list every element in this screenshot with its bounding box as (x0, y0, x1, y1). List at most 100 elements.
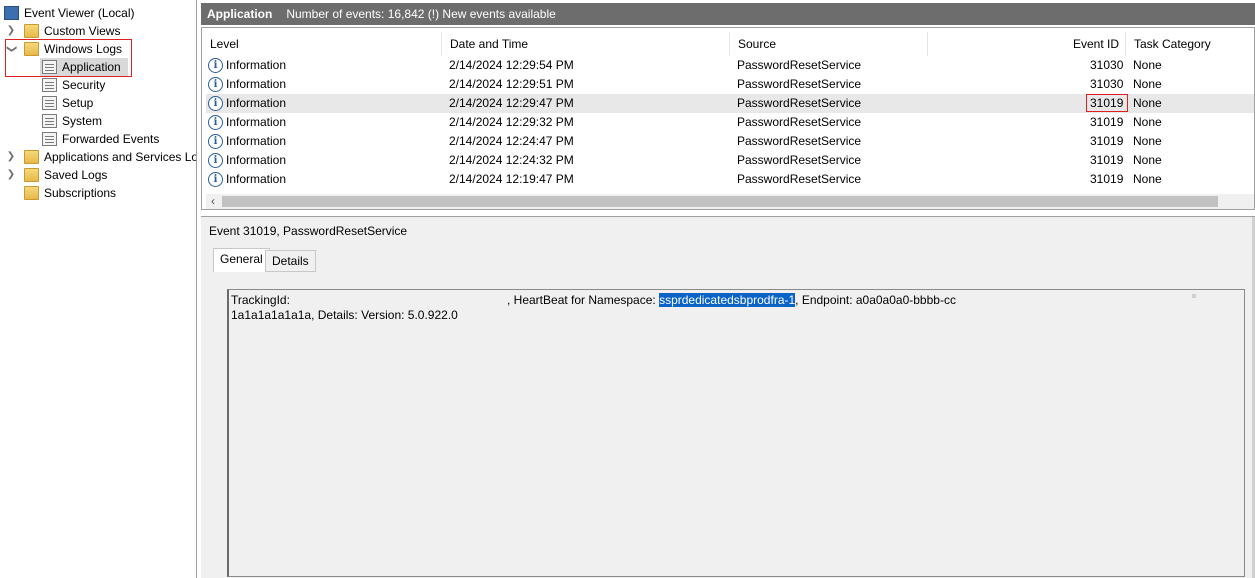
information-icon: i (208, 153, 223, 168)
scroll-indicator (1192, 294, 1196, 298)
table-row[interactable]: i Information 2/14/2024 12:24:32 PM Pass… (206, 151, 1254, 170)
chevron-right-icon[interactable]: ❯ (6, 148, 16, 166)
tree-label: Custom Views (44, 24, 121, 38)
cell-event-id: 31019 (1090, 134, 1124, 148)
table-row[interactable]: i Information 2/14/2024 12:24:47 PM Pass… (206, 132, 1254, 151)
tree-item-security[interactable]: Security (40, 76, 190, 94)
event-detail-title: Event 31019, PasswordResetService (209, 224, 408, 238)
cell-level: Information (226, 96, 287, 110)
cell-task-category: None (1133, 172, 1162, 186)
information-icon: i (208, 96, 223, 111)
cell-task-category: None (1133, 153, 1162, 167)
cell-date: 2/14/2024 12:29:51 PM (449, 77, 574, 91)
cell-task-category: None (1133, 96, 1162, 110)
events-table: Level Date and Time Source Event ID Task… (201, 27, 1255, 210)
horizontal-scrollbar[interactable]: ‹ (206, 194, 1254, 209)
event-description[interactable]: TrackingId: , HeartBeat for Namespace: s… (227, 289, 1245, 577)
folder-icon (24, 168, 39, 182)
namespace-selection[interactable]: ssprdedicatedsbprodfra-1 (659, 293, 796, 307)
column-header-task-category[interactable]: Task Category (1126, 32, 1254, 56)
chevron-right-icon[interactable]: ❯ (6, 22, 16, 40)
heartbeat-text: , HeartBeat for Namespace: (507, 293, 660, 307)
information-icon: i (208, 115, 223, 130)
cell-date: 2/14/2024 12:29:32 PM (449, 115, 574, 129)
scrollbar-thumb[interactable] (222, 196, 1218, 207)
tree-item-system[interactable]: System (40, 112, 190, 130)
table-row[interactable]: i Information 2/14/2024 12:19:47 PM Pass… (206, 170, 1254, 189)
event-count-summary: Number of events: 16,842 (!) New events … (286, 7, 556, 21)
cell-source: PasswordResetService (737, 115, 862, 129)
table-row-selected[interactable]: i Information 2/14/2024 12:29:47 PM Pass… (206, 94, 1254, 113)
cell-level: Information (226, 77, 287, 91)
tree-item-subscriptions[interactable]: Subscriptions (4, 184, 194, 202)
chevron-right-icon[interactable]: ❯ (6, 166, 16, 184)
cell-event-id: 31030 (1090, 58, 1124, 72)
cell-level: Information (226, 58, 287, 72)
cell-level: Information (226, 134, 287, 148)
cell-date: 2/14/2024 12:29:54 PM (449, 58, 574, 72)
cell-level: Information (226, 153, 287, 167)
tab-general[interactable]: General (213, 248, 270, 272)
cell-event-id: 31019 (1090, 115, 1124, 129)
table-row[interactable]: i Information 2/14/2024 12:29:54 PM Pass… (206, 56, 1254, 75)
table-row[interactable]: i Information 2/14/2024 12:29:51 PM Pass… (206, 75, 1254, 94)
folder-icon (24, 150, 39, 164)
tree-item-forwarded-events[interactable]: Forwarded Events (40, 130, 190, 148)
column-header-event-id[interactable]: Event ID (1072, 32, 1126, 56)
tree-item-setup[interactable]: Setup (40, 94, 190, 112)
cell-source: PasswordResetService (737, 96, 862, 110)
cell-level: Information (226, 172, 287, 186)
cell-source: PasswordResetService (737, 134, 862, 148)
tree-label: Security (62, 78, 106, 92)
table-row[interactable]: i Information 2/14/2024 12:29:32 PM Pass… (206, 113, 1254, 132)
cell-date: 2/14/2024 12:19:47 PM (449, 172, 574, 186)
cell-source: PasswordResetService (737, 153, 862, 167)
description-line-2: 1a1a1a1a1a1a, Details: Version: 5.0.922.… (231, 308, 458, 322)
tree-label: Applications and Services Lo (44, 150, 196, 164)
tree-root-event-viewer[interactable]: Event Viewer (Local) (4, 4, 194, 22)
log-header-bar: Application Number of events: 16,842 (!) … (201, 3, 1255, 25)
log-icon (42, 78, 57, 92)
scroll-left-icon[interactable]: ‹ (206, 194, 220, 209)
information-icon: i (208, 134, 223, 149)
tree-item-saved-logs[interactable]: ❯ Saved Logs (4, 166, 194, 184)
tree-label: Saved Logs (44, 168, 108, 182)
column-header-level[interactable]: Level (202, 32, 442, 56)
tree-label: Setup (62, 96, 94, 110)
cell-task-category: None (1133, 134, 1162, 148)
tree-item-applications-and-services[interactable]: ❯ Applications and Services Lo (4, 148, 196, 166)
cell-task-category: None (1133, 115, 1162, 129)
windows-logs-callout (5, 39, 132, 77)
cell-level: Information (226, 115, 287, 129)
log-icon (42, 96, 57, 110)
subscriptions-icon (24, 186, 39, 200)
log-icon (42, 132, 57, 146)
tracking-id-label: TrackingId: (231, 293, 290, 307)
log-title: Application (207, 7, 273, 21)
column-header-date[interactable]: Date and Time (442, 32, 730, 56)
event-viewer-icon (4, 6, 19, 20)
cell-source: PasswordResetService (737, 172, 862, 186)
cell-date: 2/14/2024 12:29:47 PM (449, 96, 574, 110)
tree-label: Subscriptions (44, 186, 117, 200)
cell-date: 2/14/2024 12:24:32 PM (449, 153, 574, 167)
cell-date: 2/14/2024 12:24:47 PM (449, 134, 574, 148)
cell-task-category: None (1133, 77, 1162, 91)
endpoint-text: , Endpoint: a0a0a0a0-bbbb-cc (795, 293, 956, 307)
cell-source: PasswordResetService (737, 58, 862, 72)
tab-details[interactable]: Details (265, 250, 316, 272)
cell-event-id: 31030 (1090, 77, 1124, 91)
cell-event-id: 31019 (1090, 153, 1124, 167)
folder-icon (24, 24, 39, 38)
navigation-tree: Event Viewer (Local) ❯ Custom Views ❯ Wi… (0, 0, 197, 578)
tree-root-label: Event Viewer (Local) (24, 6, 135, 20)
information-icon: i (208, 77, 223, 92)
tree-item-custom-views[interactable]: ❯ Custom Views (4, 22, 194, 40)
event-detail-pane: Event 31019, PasswordResetService Genera… (201, 216, 1255, 578)
information-icon: i (208, 58, 223, 73)
log-icon (42, 114, 57, 128)
cell-event-id: 31019 (1090, 172, 1124, 186)
event-id-callout (1086, 94, 1128, 112)
tree-label: Forwarded Events (62, 132, 160, 146)
column-header-source[interactable]: Source (730, 32, 928, 56)
